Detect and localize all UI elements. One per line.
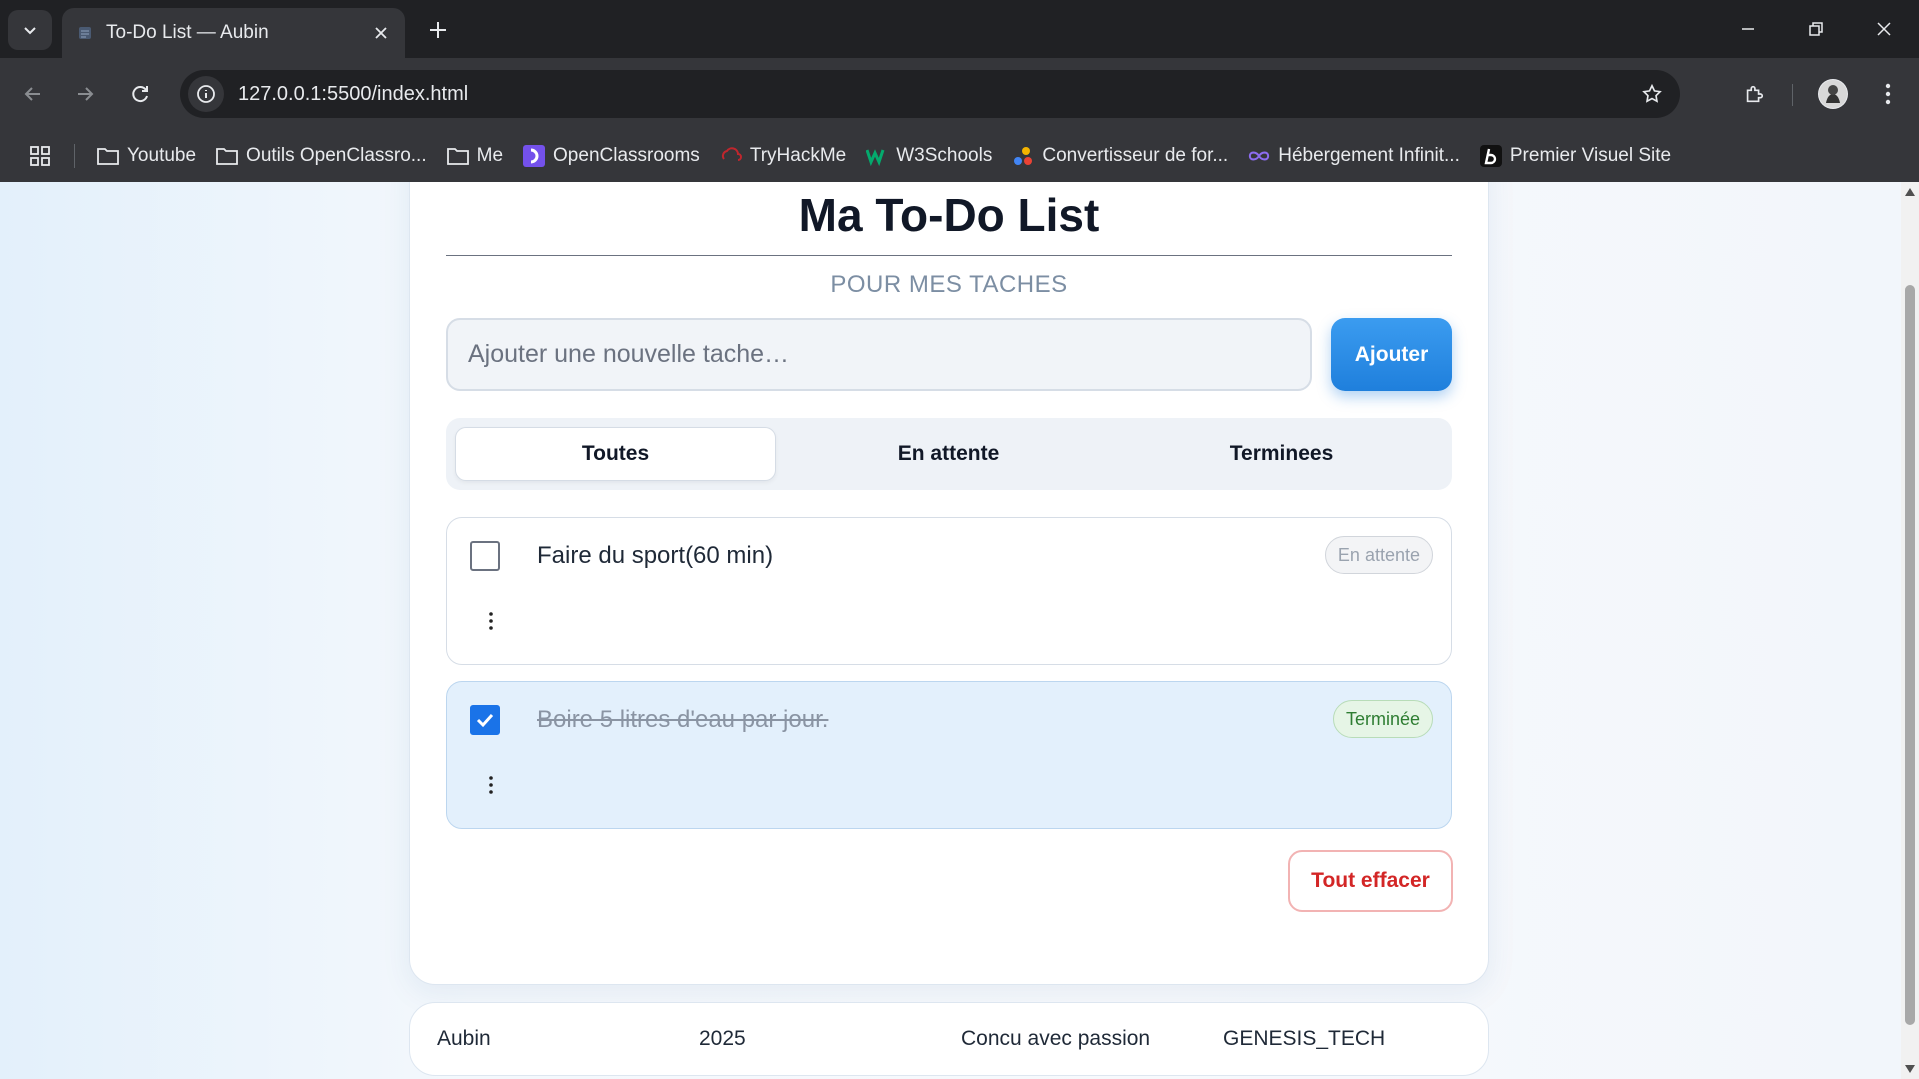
- more-vertical-icon: [489, 776, 493, 794]
- browser-menu-button[interactable]: [1868, 74, 1908, 114]
- todo-card: Ma To-Do List POUR MES TACHES Ajouter To…: [409, 182, 1489, 985]
- more-vertical-icon: [1885, 83, 1891, 105]
- bookmark-label: Me: [476, 145, 504, 166]
- task-item: Faire du sport(60 min) En attente: [446, 517, 1452, 665]
- forward-button[interactable]: [65, 74, 105, 114]
- openclassrooms-icon: [523, 145, 546, 167]
- status-badge: En attente: [1324, 536, 1433, 574]
- convertisseur-icon: [1012, 145, 1034, 167]
- footer-tagline: Concu avec passion: [961, 1027, 1151, 1050]
- arrow-left-icon: [24, 87, 40, 101]
- tab-toutes[interactable]: Toutes: [455, 427, 776, 481]
- bookmark-me[interactable]: Me: [437, 138, 513, 174]
- bookmark-label: TryHackMe: [749, 145, 847, 166]
- bookmark-label: Premier Visuel Site: [1509, 145, 1672, 166]
- add-task-button[interactable]: Ajouter: [1331, 318, 1452, 391]
- bookmark-label: OpenClassrooms: [553, 145, 700, 166]
- more-vertical-icon: [489, 612, 493, 630]
- bookmarks-bar: Youtube Outils OpenClassro... Me OpenCla…: [0, 130, 1919, 182]
- arrow-right-icon: [78, 87, 94, 101]
- folder-icon: [446, 145, 469, 167]
- plus-icon: [430, 22, 446, 38]
- minimize-icon: [1742, 28, 1754, 30]
- checkmark-icon: [476, 713, 494, 728]
- bookmark-tryhackme[interactable]: TryHackMe: [710, 138, 856, 174]
- toolbar-divider: [1792, 84, 1793, 106]
- new-task-input[interactable]: [446, 318, 1312, 391]
- bookmark-outils-openclassrooms[interactable]: Outils OpenClassro...: [206, 138, 437, 174]
- apps-grid-icon[interactable]: [20, 136, 60, 176]
- footer-brand: GENESIS_TECH: [1223, 1027, 1386, 1050]
- page-viewport: Ma To-Do List POUR MES TACHES Ajouter To…: [0, 182, 1901, 1079]
- bookmark-label: Youtube: [127, 145, 197, 166]
- scroll-down-arrow-icon[interactable]: [1904, 1063, 1916, 1075]
- url-text[interactable]: 127.0.0.1:5500/index.html: [238, 83, 1632, 106]
- bookmark-youtube[interactable]: Youtube: [87, 138, 206, 174]
- status-badge: Terminée: [1332, 700, 1433, 738]
- bookmark-openclassrooms[interactable]: OpenClassrooms: [513, 138, 710, 174]
- footer-year: 2025: [699, 1027, 746, 1050]
- chevron-down-icon: [24, 27, 36, 35]
- page-subtitle: POUR MES TACHES: [830, 271, 1068, 298]
- task-text[interactable]: Boire 5 litres d'eau par jour.: [537, 706, 828, 734]
- bookmark-label: Hébergement Infinit...: [1278, 145, 1460, 166]
- restore-icon: [1809, 22, 1823, 36]
- tab-search-button[interactable]: [8, 10, 52, 50]
- tab-title: To-Do List — Aubin: [106, 22, 269, 43]
- footer-author: Aubin: [437, 1027, 491, 1050]
- restore-window-button[interactable]: [1782, 0, 1850, 58]
- bookmark-premier-visuel[interactable]: Premier Visuel Site: [1470, 138, 1681, 174]
- close-tab-icon[interactable]: [367, 19, 395, 47]
- tab-en-attente[interactable]: En attente: [788, 427, 1109, 481]
- close-icon: [1877, 22, 1891, 36]
- page-scrollbar[interactable]: [1901, 182, 1919, 1079]
- bold-b-icon: [1479, 145, 1502, 167]
- task-menu-button[interactable]: [481, 770, 501, 800]
- site-info-icon[interactable]: [188, 76, 224, 112]
- puzzle-icon: [1746, 85, 1764, 103]
- task-text[interactable]: Faire du sport(60 min): [537, 542, 773, 570]
- task-menu-button[interactable]: [481, 606, 501, 636]
- bookmark-label: Outils OpenClassro...: [246, 145, 427, 166]
- new-tab-button[interactable]: [420, 12, 456, 48]
- bookmark-w3schools[interactable]: W3Schools: [856, 138, 1002, 174]
- reload-button[interactable]: [120, 74, 160, 114]
- minimize-window-button[interactable]: [1714, 0, 1782, 58]
- avatar: [1818, 79, 1848, 109]
- profile-button[interactable]: [1813, 74, 1853, 114]
- infinity-icon: [1248, 145, 1270, 167]
- bookmark-convertisseur[interactable]: Convertisseur de for...: [1002, 138, 1238, 174]
- page-favicon-icon: [76, 24, 94, 42]
- browser-tab-active[interactable]: To-Do List — Aubin: [62, 8, 405, 58]
- bookmark-star-icon[interactable]: [1632, 74, 1672, 114]
- clear-all-button[interactable]: Tout effacer: [1288, 850, 1453, 912]
- reload-icon: [132, 86, 148, 103]
- w3schools-icon: [866, 145, 888, 167]
- tab-terminees[interactable]: Terminees: [1121, 427, 1442, 481]
- title-divider: [446, 255, 1452, 256]
- scrollbar-thumb[interactable]: [1905, 285, 1915, 1025]
- scroll-up-arrow-icon[interactable]: [1904, 186, 1916, 198]
- browser-toolbar: 127.0.0.1:5500/index.html: [0, 58, 1919, 130]
- folder-icon: [216, 145, 238, 167]
- task-checkbox[interactable]: [470, 705, 500, 735]
- page-title: Ma To-Do List: [798, 189, 1100, 241]
- bookmark-label: Convertisseur de for...: [1042, 145, 1229, 166]
- folder-icon: [97, 145, 119, 167]
- browser-tab-bar: To-Do List — Aubin: [0, 0, 1919, 58]
- task-checkbox[interactable]: [470, 541, 500, 571]
- back-button[interactable]: [13, 74, 53, 114]
- address-bar[interactable]: 127.0.0.1:5500/index.html: [180, 70, 1680, 118]
- filter-tabs: Toutes En attente Terminees: [446, 418, 1452, 490]
- task-item: Boire 5 litres d'eau par jour. Terminée: [446, 681, 1452, 829]
- close-window-button[interactable]: [1850, 0, 1918, 58]
- bookmark-hebergement[interactable]: Hébergement Infinit...: [1238, 138, 1470, 174]
- extensions-button[interactable]: [1734, 74, 1774, 114]
- bookmark-label: W3Schools: [896, 145, 993, 166]
- tryhackme-icon: [720, 145, 742, 167]
- bookmarks-divider: [74, 144, 75, 168]
- page-footer: Aubin 2025 Concu avec passion GENESIS_TE…: [409, 1002, 1489, 1076]
